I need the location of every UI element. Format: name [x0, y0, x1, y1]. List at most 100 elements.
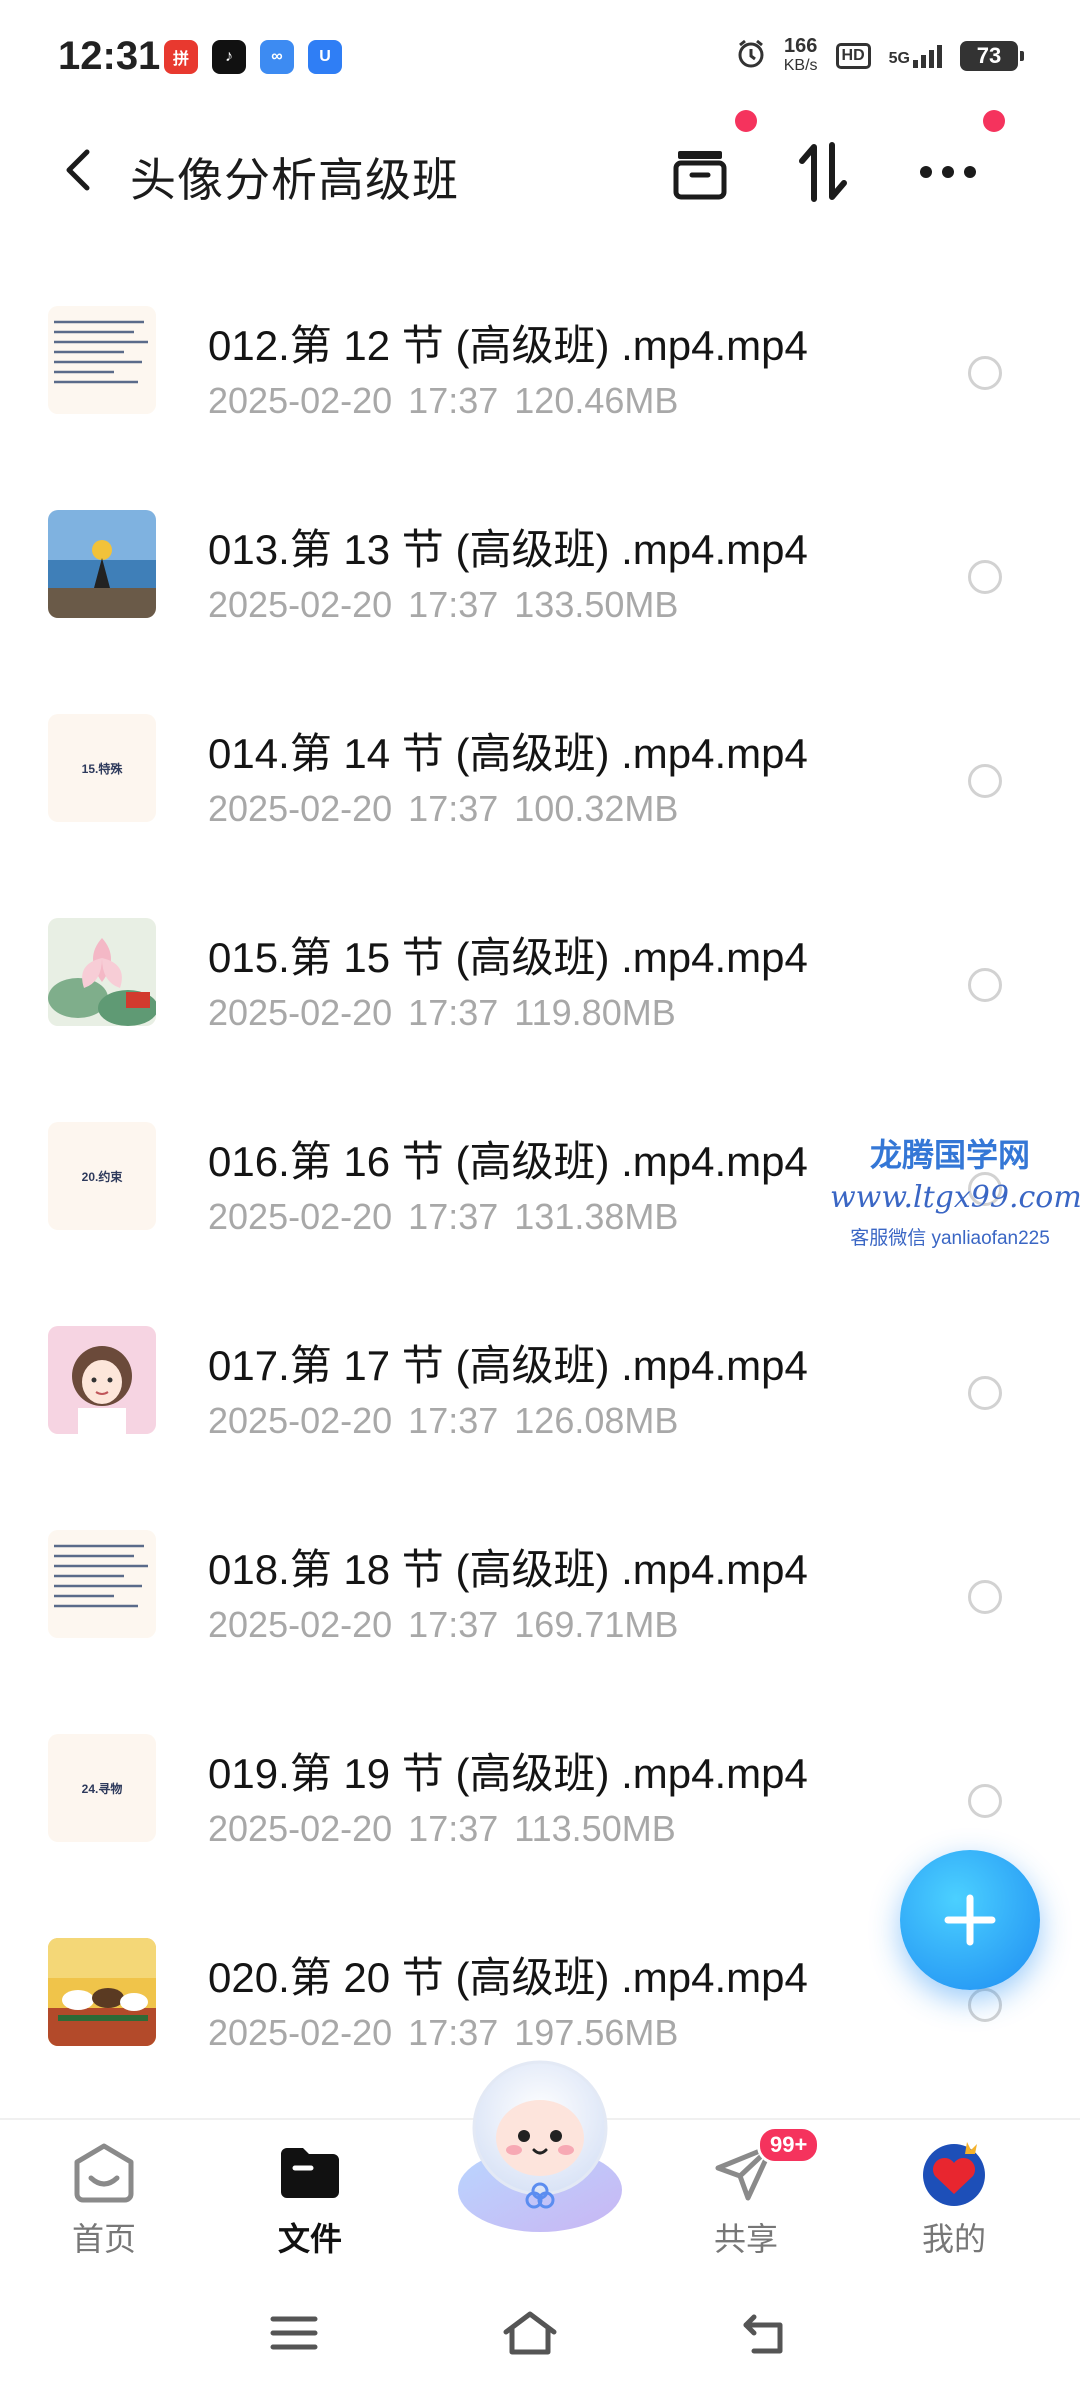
file-thumbnail [48, 510, 156, 618]
file-time: 17:37 [408, 380, 499, 421]
file-name: 013.第 13 节 (高级班) .mp4.mp4 [208, 526, 808, 573]
select-checkbox[interactable] [968, 1580, 1002, 1614]
nav-home[interactable]: 首页 [34, 2138, 174, 2260]
file-time: 17:37 [408, 2012, 499, 2053]
file-date: 2025-02-20 [208, 1400, 393, 1441]
file-thumbnail: 24.寻物 [48, 1734, 156, 1842]
home-icon [69, 2138, 139, 2208]
file-date: 2025-02-20 [208, 992, 393, 1033]
file-meta: 2025-02-20 17:37 119.80MB [208, 992, 676, 1034]
file-thumbnail [48, 1326, 156, 1434]
nav-share[interactable]: 99+ 共享 [676, 2126, 821, 2260]
select-checkbox[interactable] [968, 1376, 1002, 1410]
file-name: 017.第 17 节 (高级班) .mp4.mp4 [208, 1342, 808, 1389]
file-thumbnail [48, 306, 156, 414]
file-name: 014.第 14 节 (高级班) .mp4.mp4 [208, 730, 808, 777]
file-name: 020.第 20 节 (高级班) .mp4.mp4 [208, 1954, 808, 2001]
watermark: 龙腾国学网 www.ltgx99.com 客服微信 yanliaofan225 [830, 1130, 1080, 1250]
notification-dot [983, 110, 1005, 132]
file-thumbnail: 20.约束 [48, 1122, 156, 1230]
home-system-button[interactable] [490, 2298, 570, 2368]
menu-icon [270, 2316, 318, 2350]
select-checkbox[interactable] [968, 356, 1002, 390]
select-checkbox[interactable] [968, 968, 1002, 1002]
file-meta: 2025-02-20 17:37 100.32MB [208, 788, 678, 830]
thumbnail-label: 15.特殊 [81, 761, 123, 776]
assistant-mascot-button[interactable] [430, 2050, 650, 2240]
more-button[interactable] [912, 136, 984, 208]
nav-mine-label: 我的 [921, 2221, 986, 2257]
nav-files[interactable]: 文件 [240, 2138, 380, 2260]
file-meta: 2025-02-20 17:37 120.46MB [208, 380, 678, 422]
back-system-button[interactable] [726, 2298, 806, 2368]
signal-icon: 5G [889, 44, 942, 68]
file-thumbnail [48, 1530, 156, 1638]
file-time: 17:37 [408, 584, 499, 625]
header-bar: 头像分析高级班 [0, 110, 1080, 230]
file-row[interactable]: 017.第 17 节 (高级班) .mp4.mp4 2025-02-20 17:3… [0, 1290, 1080, 1494]
nav-mine[interactable]: 我的 [884, 2138, 1024, 2260]
file-size: 169.71MB [514, 1604, 679, 1645]
file-name: 018.第 18 节 (高级班) .mp4.mp4 [208, 1546, 808, 1593]
archive-button[interactable] [664, 136, 736, 208]
system-navigation-bar [0, 2268, 1080, 2400]
file-date: 2025-02-20 [208, 1808, 393, 1849]
archive-icon [673, 151, 727, 200]
file-time: 17:37 [408, 1808, 499, 1849]
back-button[interactable] [48, 138, 108, 202]
file-time: 17:37 [408, 788, 499, 829]
file-meta: 2025-02-20 17:37 133.50MB [208, 584, 678, 626]
file-thumbnail: 15.特殊 [48, 714, 156, 822]
sort-icon [799, 142, 847, 202]
file-thumbnail [48, 1938, 156, 2046]
select-checkbox[interactable] [968, 764, 1002, 798]
file-meta: 2025-02-20 17:37 131.38MB [208, 1196, 678, 1238]
file-time: 17:37 [408, 1400, 499, 1441]
nav-home-label: 首页 [71, 2221, 136, 2257]
file-meta: 2025-02-20 17:37 126.08MB [208, 1400, 678, 1442]
file-date: 2025-02-20 [208, 1604, 393, 1645]
blue-app-icon: U [308, 40, 342, 74]
select-checkbox[interactable] [968, 560, 1002, 594]
status-indicators: 166 KB/s HD 5G 73 [736, 35, 1024, 76]
sort-button[interactable] [788, 136, 860, 208]
plus-icon [944, 1894, 996, 1946]
baidu-netdisk-app-icon: ∞ [260, 40, 294, 74]
file-name: 016.第 16 节 (高级班) .mp4.mp4 [208, 1138, 808, 1185]
file-row[interactable]: 15.特殊 014.第 14 节 (高级班) .mp4.mp4 2025-02-20… [0, 678, 1080, 882]
file-size: 133.50MB [514, 584, 679, 625]
alarm-icon [736, 39, 766, 74]
nav-files-label: 文件 [277, 2221, 342, 2257]
file-size: 100.32MB [514, 788, 679, 829]
watermark-contact: 客服微信 yanliaofan225 [850, 1228, 1050, 1249]
file-meta: 2025-02-20 17:37 197.56MB [208, 2012, 678, 2054]
page-title: 头像分析高级班 [130, 154, 459, 206]
file-row[interactable]: 012.第 12 节 (高级班) .mp4.mp4 2025-02-20 17:3… [0, 270, 1080, 474]
select-checkbox[interactable] [968, 1988, 1002, 2022]
file-name: 019.第 19 节 (高级班) .mp4.mp4 [208, 1750, 808, 1797]
file-date: 2025-02-20 [208, 1196, 393, 1237]
file-name: 012.第 12 节 (高级班) .mp4.mp4 [208, 322, 808, 369]
share-badge: 99+ [757, 2126, 821, 2164]
file-size: 126.08MB [514, 1400, 679, 1441]
file-row[interactable]: 018.第 18 节 (高级班) .mp4.mp4 2025-02-20 17:3… [0, 1494, 1080, 1698]
file-date: 2025-02-20 [208, 380, 393, 421]
thumbnail-label: 24.寻物 [81, 1781, 123, 1796]
file-size: 119.80MB [514, 992, 676, 1033]
file-time: 17:37 [408, 1604, 499, 1645]
add-button[interactable] [900, 1850, 1040, 1990]
return-icon [743, 2314, 783, 2354]
network-speed: 166 KB/s [783, 35, 818, 74]
file-thumbnail [48, 918, 156, 1026]
file-row[interactable]: 015.第 15 节 (高级班) .mp4.mp4 2025-02-20 17:3… [0, 882, 1080, 1086]
status-time: 12:31 [58, 34, 161, 78]
pinduoduo-app-icon: 拼 [164, 40, 198, 74]
more-icon [920, 166, 976, 178]
file-row[interactable]: 013.第 13 节 (高级班) .mp4.mp4 2025-02-20 17:3… [0, 474, 1080, 678]
file-size: 120.46MB [514, 380, 679, 421]
notification-dot [735, 110, 757, 132]
recent-apps-button[interactable] [254, 2298, 334, 2368]
select-checkbox[interactable] [968, 1784, 1002, 1818]
file-date: 2025-02-20 [208, 788, 393, 829]
home-outline-icon [503, 2311, 557, 2355]
